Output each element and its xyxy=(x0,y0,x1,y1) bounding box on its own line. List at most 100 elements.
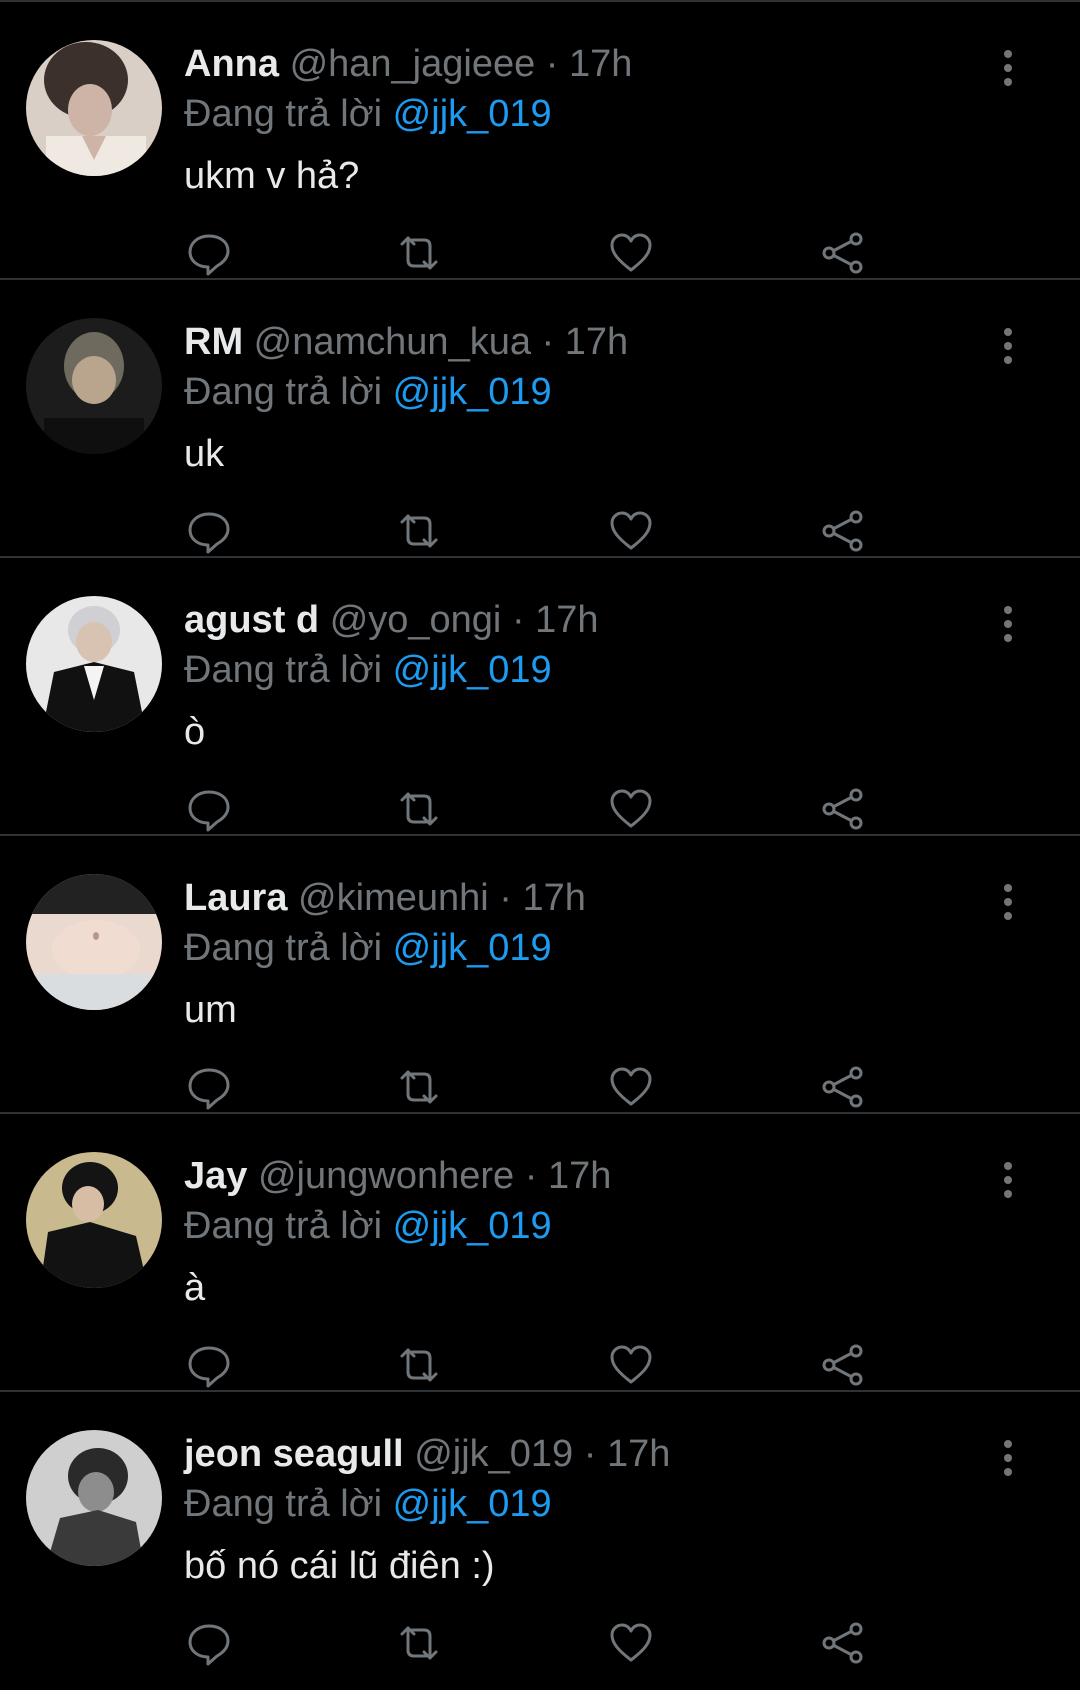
retweet-button[interactable] xyxy=(396,1064,446,1114)
comment-icon xyxy=(188,1346,230,1388)
display-name[interactable]: Laura xyxy=(184,877,287,919)
timestamp[interactable]: 17h xyxy=(522,877,585,919)
avatar[interactable] xyxy=(26,1152,162,1288)
share-icon xyxy=(822,232,863,274)
retweet-button[interactable] xyxy=(396,1342,446,1392)
reply-button[interactable] xyxy=(186,786,236,836)
tweet-item[interactable]: Laura @kimeunhi · 17h Đang trả lời @jjk_… xyxy=(0,834,1080,1112)
user-handle[interactable]: @han_jagieee xyxy=(290,43,536,85)
user-handle[interactable]: @jungwonhere xyxy=(258,1155,514,1197)
comment-icon xyxy=(188,790,230,832)
avatar[interactable] xyxy=(26,318,162,454)
reply-button[interactable] xyxy=(186,1620,236,1670)
retweet-button[interactable] xyxy=(396,508,446,558)
comment-icon xyxy=(188,1068,230,1110)
tweet-text: ukm v hả? xyxy=(184,155,360,197)
heart-icon xyxy=(610,1345,652,1384)
more-options-button[interactable] xyxy=(988,880,1028,924)
user-handle[interactable]: @jjk_019 xyxy=(414,1433,573,1475)
user-handle[interactable]: @yo_ongi xyxy=(330,599,502,641)
user-handle[interactable]: @namchun_kua xyxy=(254,321,531,363)
heart-icon xyxy=(610,789,652,828)
display-name[interactable]: Jay xyxy=(184,1155,247,1197)
like-button[interactable] xyxy=(608,1342,658,1392)
retweet-button[interactable] xyxy=(396,786,446,836)
retweet-button[interactable] xyxy=(396,230,446,280)
like-button[interactable] xyxy=(608,1620,658,1670)
reply-mention-link[interactable]: @jjk_019 xyxy=(393,93,552,135)
retweet-button[interactable] xyxy=(396,1620,446,1670)
retweet-icon xyxy=(400,514,438,548)
like-button[interactable] xyxy=(608,786,658,836)
separator-dot: · xyxy=(511,599,525,641)
replying-to: Đang trả lời @jjk_019 xyxy=(184,922,552,974)
reply-button[interactable] xyxy=(186,1064,236,1114)
share-button[interactable] xyxy=(820,1342,870,1392)
avatar[interactable] xyxy=(26,40,162,176)
display-name[interactable]: RM xyxy=(184,321,243,363)
heart-icon xyxy=(610,511,652,550)
reply-button[interactable] xyxy=(186,230,236,280)
more-options-button[interactable] xyxy=(988,1436,1028,1480)
share-icon xyxy=(822,1622,863,1664)
tweet-item[interactable]: RM @namchun_kua · 17h Đang trả lời @jjk_… xyxy=(0,278,1080,556)
retweet-icon xyxy=(400,236,438,270)
retweet-icon xyxy=(400,1626,438,1660)
share-icon xyxy=(822,510,863,552)
reply-mention-link[interactable]: @jjk_019 xyxy=(393,1205,552,1247)
tweet-text: bố nó cái lũ điên :) xyxy=(184,1545,495,1587)
reply-button[interactable] xyxy=(186,508,236,558)
display-name[interactable]: agust d xyxy=(184,599,319,641)
user-handle[interactable]: @kimeunhi xyxy=(298,877,489,919)
retweet-icon xyxy=(400,792,438,826)
more-options-button[interactable] xyxy=(988,1158,1028,1202)
reply-button[interactable] xyxy=(186,1342,236,1392)
like-button[interactable] xyxy=(608,508,658,558)
more-vertical-icon xyxy=(1004,50,1012,86)
share-button[interactable] xyxy=(820,230,870,280)
replying-to-label: Đang trả lời xyxy=(184,649,383,691)
tweet-item[interactable]: agust d @yo_ongi · 17h Đang trả lời @jjk… xyxy=(0,556,1080,834)
display-name[interactable]: jeon seagull xyxy=(184,1433,404,1475)
timestamp[interactable]: 17h xyxy=(565,321,628,363)
reply-mention-link[interactable]: @jjk_019 xyxy=(393,371,552,413)
reply-mention-link[interactable]: @jjk_019 xyxy=(393,927,552,969)
heart-icon xyxy=(610,1067,652,1106)
timestamp[interactable]: 17h xyxy=(569,43,632,85)
avatar[interactable] xyxy=(26,596,162,732)
share-button[interactable] xyxy=(820,508,870,558)
replying-to-label: Đang trả lời xyxy=(184,1205,383,1247)
timestamp[interactable]: 17h xyxy=(535,599,598,641)
more-options-button[interactable] xyxy=(988,324,1028,368)
timestamp[interactable]: 17h xyxy=(607,1433,670,1475)
like-button[interactable] xyxy=(608,1064,658,1114)
more-vertical-icon xyxy=(1004,1440,1012,1476)
timestamp[interactable]: 17h xyxy=(548,1155,611,1197)
reply-mention-link[interactable]: @jjk_019 xyxy=(393,649,552,691)
more-options-button[interactable] xyxy=(988,602,1028,646)
share-button[interactable] xyxy=(820,1064,870,1114)
share-button[interactable] xyxy=(820,786,870,836)
tweet-actions xyxy=(184,1342,904,1392)
tweet-text: uk xyxy=(184,433,225,475)
share-button[interactable] xyxy=(820,1620,870,1670)
tweet-item[interactable]: Jay @jungwonhere · 17h Đang trả lời @jjk… xyxy=(0,1112,1080,1390)
separator-dot: · xyxy=(545,43,559,85)
tweet-actions xyxy=(184,230,904,280)
reply-feed: Anna @han_jagieee · 17h Đang trả lời @jj… xyxy=(0,0,1080,1690)
replying-to: Đang trả lời @jjk_019 xyxy=(184,644,552,696)
more-vertical-icon xyxy=(1004,884,1012,920)
tweet-header: Anna @han_jagieee · 17h xyxy=(184,40,632,88)
tweet-item[interactable]: Anna @han_jagieee · 17h Đang trả lời @jj… xyxy=(0,0,1080,278)
replying-to: Đang trả lời @jjk_019 xyxy=(184,1200,552,1252)
more-options-button[interactable] xyxy=(988,46,1028,90)
like-button[interactable] xyxy=(608,230,658,280)
retweet-icon xyxy=(400,1348,438,1382)
share-icon xyxy=(822,1344,863,1386)
avatar[interactable] xyxy=(26,1430,162,1566)
reply-mention-link[interactable]: @jjk_019 xyxy=(393,1483,552,1525)
comment-icon xyxy=(188,1624,230,1666)
avatar[interactable] xyxy=(26,874,162,1010)
display-name[interactable]: Anna xyxy=(184,43,279,85)
tweet-item[interactable]: jeon seagull @jjk_019 · 17h Đang trả lời… xyxy=(0,1390,1080,1668)
